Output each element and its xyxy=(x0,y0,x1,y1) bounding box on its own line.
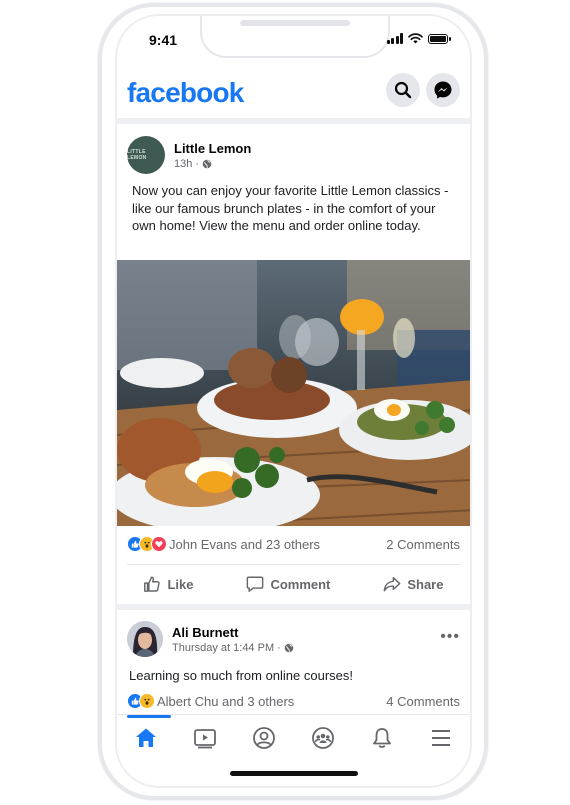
comment-icon xyxy=(247,576,264,592)
share-label: Share xyxy=(407,576,444,592)
post-time[interactable]: 13h xyxy=(174,158,192,170)
comments-count[interactable]: 2 Comments xyxy=(386,537,460,552)
app-bar: facebook xyxy=(117,70,470,116)
meta-separator: · xyxy=(277,641,281,654)
like-label: Like xyxy=(167,576,194,592)
nav-profile[interactable] xyxy=(249,723,279,753)
share-icon xyxy=(383,576,401,592)
meta-separator: · xyxy=(195,157,200,170)
reaction-icons xyxy=(127,693,155,709)
post-body: Learning so much from online courses! xyxy=(129,668,354,683)
reactions-summary[interactable]: John Evans and 23 others xyxy=(169,537,320,552)
brunch-plates-photo xyxy=(117,260,470,526)
like-icon xyxy=(144,576,161,592)
post-time[interactable]: Thursday at 1:44 PM xyxy=(172,642,274,654)
home-icon xyxy=(136,728,157,747)
menu-icon xyxy=(431,730,450,746)
post-reactions[interactable]: John Evans and 23 others 2 Comments xyxy=(127,536,460,552)
share-button[interactable]: Share xyxy=(383,575,443,593)
status-bar: 9:41 xyxy=(117,16,470,60)
active-tab-indicator xyxy=(127,715,171,718)
signal-icon xyxy=(386,33,403,44)
watch-icon xyxy=(194,729,217,749)
groups-icon xyxy=(311,727,334,749)
comment-label: Comment xyxy=(270,576,331,592)
battery-icon xyxy=(428,33,451,44)
home-indicator[interactable] xyxy=(229,771,358,776)
post-actions: Like Comment Share xyxy=(117,573,470,595)
reactions-summary[interactable]: Albert Chu and 3 others xyxy=(157,694,294,709)
messenger-icon xyxy=(434,81,452,99)
actions-divider xyxy=(127,564,460,565)
post-author[interactable]: Little Lemon xyxy=(174,141,251,156)
nav-home[interactable] xyxy=(131,723,161,753)
like-button[interactable]: Like xyxy=(143,575,193,593)
post-header: LITTLE LEMON Little Lemon 13h · xyxy=(127,136,251,174)
status-time: 9:41 xyxy=(149,32,178,48)
post-author[interactable]: Ali Burnett xyxy=(172,625,294,640)
globe-icon xyxy=(284,643,294,652)
comments-count[interactable]: 4 Comments xyxy=(386,694,460,709)
avatar[interactable] xyxy=(127,621,163,657)
nav-groups[interactable] xyxy=(308,723,338,753)
nav-watch[interactable] xyxy=(190,723,220,753)
search-icon xyxy=(394,81,412,99)
post-meta: 13h · xyxy=(174,158,251,170)
love-reaction-icon xyxy=(151,536,167,552)
comment-button[interactable]: Comment xyxy=(246,575,330,593)
nav-menu[interactable] xyxy=(426,723,456,753)
globe-icon xyxy=(202,159,212,168)
post-header: Ali Burnett Thursday at 1:44 PM · xyxy=(127,621,294,657)
wifi-icon xyxy=(408,33,423,44)
avatar[interactable]: LITTLE LEMON xyxy=(127,136,165,174)
bottom-nav xyxy=(117,714,470,761)
post-body: Now you can enjoy your favorite Little L… xyxy=(132,183,449,233)
notifications-icon xyxy=(372,728,391,748)
status-icons xyxy=(386,33,451,44)
nav-notifications[interactable] xyxy=(367,723,397,753)
post-meta: Thursday at 1:44 PM · xyxy=(172,642,294,654)
reaction-icons xyxy=(127,536,167,552)
feed-divider xyxy=(117,118,470,124)
more-options-icon[interactable]: ••• xyxy=(440,628,460,646)
search-button[interactable] xyxy=(386,73,420,107)
avatar-text: LITTLE LEMON xyxy=(127,149,147,161)
profile-photo xyxy=(127,621,163,657)
nav-items xyxy=(117,723,470,753)
phone-screen: 9:41 facebook LITTLE LEMON Little Lemon … xyxy=(115,14,472,788)
post-reactions[interactable]: Albert Chu and 3 others 4 Comments xyxy=(127,693,460,709)
messenger-button[interactable] xyxy=(426,73,460,107)
profile-icon xyxy=(253,727,275,749)
post-photo[interactable] xyxy=(117,260,470,526)
facebook-logo[interactable]: facebook xyxy=(127,77,244,109)
wow-reaction-icon xyxy=(139,693,155,709)
feed-divider xyxy=(117,604,470,610)
